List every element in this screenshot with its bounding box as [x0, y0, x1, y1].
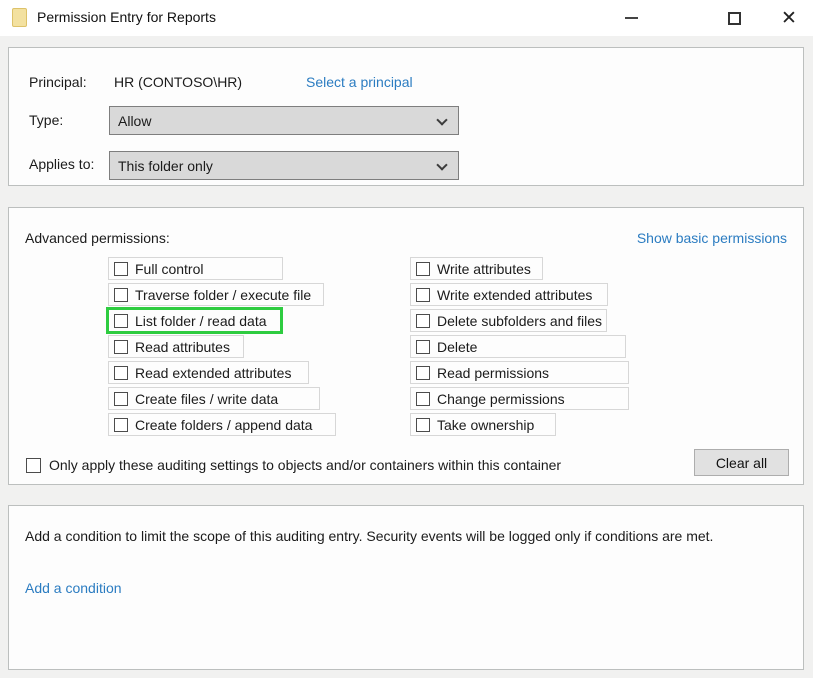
advanced-permissions-left-column: Full control Traverse folder / execute fi… — [108, 257, 336, 439]
permission-label: Read permissions — [437, 365, 549, 381]
applies-to-select-value: This folder only — [118, 158, 213, 174]
permission-item[interactable]: Change permissions — [410, 387, 629, 410]
only-apply-checkbox[interactable] — [26, 458, 41, 473]
permission-checkbox[interactable] — [114, 392, 128, 406]
permission-checkbox[interactable] — [114, 314, 128, 328]
permission-label: List folder / read data — [135, 313, 267, 329]
permission-label: Read attributes — [135, 339, 230, 355]
permission-checkbox[interactable] — [416, 262, 430, 276]
show-basic-permissions-link[interactable]: Show basic permissions — [637, 230, 787, 246]
permission-label: Write extended attributes — [437, 287, 592, 303]
permission-item[interactable]: Write extended attributes — [410, 283, 608, 306]
permission-checkbox[interactable] — [114, 366, 128, 380]
permission-checkbox[interactable] — [416, 392, 430, 406]
folder-icon — [12, 8, 27, 27]
applies-to-select[interactable]: This folder only — [109, 151, 459, 180]
permission-item[interactable]: Traverse folder / execute file — [108, 283, 324, 306]
type-select[interactable]: Allow — [109, 106, 459, 135]
permission-label: Create folders / append data — [135, 417, 312, 433]
condition-description: Add a condition to limit the scope of th… — [25, 528, 713, 544]
select-principal-link[interactable]: Select a principal — [306, 74, 413, 90]
close-button[interactable]: ✕ — [773, 0, 805, 36]
principal-label: Principal: — [29, 74, 87, 90]
permission-label: Write attributes — [437, 261, 531, 277]
permission-checkbox[interactable] — [114, 418, 128, 432]
permission-checkbox[interactable] — [416, 366, 430, 380]
permission-item[interactable]: Take ownership — [410, 413, 556, 436]
permission-checkbox[interactable] — [416, 288, 430, 302]
permission-item[interactable]: List folder / read data — [108, 309, 281, 332]
minimize-icon — [625, 17, 638, 19]
title-bar: Permission Entry for Reports ✕ — [0, 0, 813, 36]
close-icon: ✕ — [781, 9, 797, 28]
type-select-value: Allow — [118, 113, 151, 129]
advanced-permissions-heading: Advanced permissions: — [25, 230, 170, 246]
principal-panel: Principal: HR (CONTOSO\HR) Select a prin… — [8, 47, 804, 186]
add-condition-link[interactable]: Add a condition — [25, 580, 122, 596]
permission-item[interactable]: Read attributes — [108, 335, 244, 358]
only-apply-checkbox-label: Only apply these auditing settings to ob… — [49, 457, 561, 473]
permission-label: Create files / write data — [135, 391, 278, 407]
minimize-button[interactable] — [615, 0, 647, 36]
permission-checkbox[interactable] — [416, 418, 430, 432]
permission-label: Take ownership — [437, 417, 534, 433]
chevron-down-icon — [436, 114, 447, 125]
permission-item[interactable]: Create files / write data — [108, 387, 320, 410]
permission-checkbox[interactable] — [416, 340, 430, 354]
clear-all-button[interactable]: Clear all — [694, 449, 789, 476]
condition-panel: Add a condition to limit the scope of th… — [8, 505, 804, 670]
permission-item[interactable]: Full control — [108, 257, 283, 280]
permission-label: Delete subfolders and files — [437, 313, 602, 329]
permission-label: Read extended attributes — [135, 365, 291, 381]
permission-item[interactable]: Read extended attributes — [108, 361, 309, 384]
permission-label: Full control — [135, 261, 203, 277]
permission-checkbox[interactable] — [416, 314, 430, 328]
permission-label: Change permissions — [437, 391, 565, 407]
window-title: Permission Entry for Reports — [37, 9, 216, 25]
maximize-icon — [728, 12, 741, 25]
principal-value: HR (CONTOSO\HR) — [114, 74, 242, 90]
applies-to-label: Applies to: — [29, 156, 94, 172]
permission-checkbox[interactable] — [114, 288, 128, 302]
type-label: Type: — [29, 112, 63, 128]
maximize-button[interactable] — [718, 0, 750, 36]
permission-item[interactable]: Read permissions — [410, 361, 629, 384]
permission-item[interactable]: Create folders / append data — [108, 413, 336, 436]
permission-checkbox[interactable] — [114, 340, 128, 354]
permission-label: Traverse folder / execute file — [135, 287, 311, 303]
advanced-permissions-panel: Advanced permissions: Show basic permiss… — [8, 207, 804, 485]
permission-checkbox[interactable] — [114, 262, 128, 276]
permission-item[interactable]: Delete — [410, 335, 626, 358]
permission-label: Delete — [437, 339, 477, 355]
advanced-permissions-right-column: Write attributes Write extended attribute… — [410, 257, 629, 439]
chevron-down-icon — [436, 159, 447, 170]
permission-item[interactable]: Write attributes — [410, 257, 543, 280]
permission-item[interactable]: Delete subfolders and files — [410, 309, 607, 332]
